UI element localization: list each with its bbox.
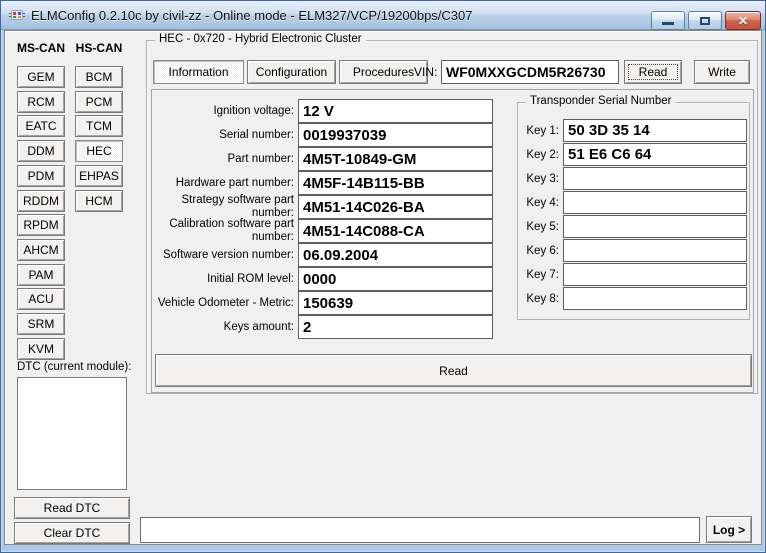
- module-button-pcm[interactable]: PCM: [75, 91, 123, 113]
- key-label: Key 5:: [518, 215, 559, 238]
- key-7-field[interactable]: [563, 263, 747, 286]
- key-label: Key 6:: [518, 239, 559, 262]
- vin-read-button[interactable]: Read: [624, 60, 682, 84]
- key-3-field[interactable]: [563, 167, 747, 190]
- vin-label: VIN:: [414, 65, 437, 79]
- maximize-icon: [700, 17, 710, 25]
- part-number-field[interactable]: [298, 147, 493, 171]
- info-label: Initial ROM level:: [152, 267, 294, 291]
- key-1-field[interactable]: [563, 119, 747, 142]
- clear-dtc-button[interactable]: Clear DTC: [14, 522, 130, 544]
- key-5-field[interactable]: [563, 215, 747, 238]
- module-button-eatc[interactable]: EATC: [17, 115, 65, 137]
- info-label: Vehicle Odometer - Metric:: [152, 291, 294, 315]
- maximize-button[interactable]: [688, 11, 722, 30]
- tab-configuration[interactable]: Configuration: [247, 60, 336, 84]
- module-button-tcm[interactable]: TCM: [75, 115, 123, 137]
- key-4-field[interactable]: [563, 191, 747, 214]
- keys-amount-field[interactable]: [298, 315, 493, 339]
- information-panel: Ignition voltage: Serial number: Part nu…: [151, 89, 754, 393]
- hs-can-header: HS-CAN: [75, 41, 123, 55]
- vin-input[interactable]: [441, 60, 619, 84]
- tab-information[interactable]: Information: [153, 60, 244, 84]
- info-label: Serial number:: [152, 123, 294, 147]
- key-label: Key 7:: [518, 263, 559, 286]
- transponder-groupbox: Transponder Serial Number Key 1: Key 2: …: [517, 102, 750, 320]
- module-button-rcm[interactable]: RCM: [17, 91, 65, 113]
- module-group-title: HEC - 0x720 - Hybrid Electronic Cluster: [155, 33, 366, 45]
- app-icon: [9, 7, 25, 23]
- ignition-voltage-field[interactable]: [298, 99, 493, 123]
- log-button[interactable]: Log >: [706, 516, 752, 543]
- software-version-field[interactable]: [298, 243, 493, 267]
- module-button-pam[interactable]: PAM: [17, 264, 65, 286]
- minimize-button[interactable]: [651, 11, 685, 30]
- calibration-software-field[interactable]: [298, 219, 493, 243]
- window-title: ELMConfig 0.2.10c by civil-zz - Online m…: [31, 8, 473, 23]
- key-label: Key 4:: [518, 191, 559, 214]
- title-bar: ELMConfig 0.2.10c by civil-zz - Online m…: [1, 1, 765, 30]
- minimize-icon: [662, 22, 674, 25]
- info-label: Ignition voltage:: [152, 99, 294, 123]
- module-button-ehpas[interactable]: EHPAS: [75, 165, 123, 187]
- close-button[interactable]: ✕: [725, 11, 761, 30]
- module-button-hec-selected[interactable]: HEC: [75, 140, 123, 162]
- app-window: ELMConfig 0.2.10c by civil-zz - Online m…: [0, 0, 766, 553]
- module-button-gem[interactable]: GEM: [17, 66, 65, 88]
- serial-number-field[interactable]: [298, 123, 493, 147]
- info-label: Calibration software part number:: [152, 219, 294, 243]
- read-info-button[interactable]: Read: [155, 354, 752, 387]
- initial-rom-field[interactable]: [298, 267, 493, 291]
- module-button-pdm[interactable]: PDM: [17, 165, 65, 187]
- info-label: Software version number:: [152, 243, 294, 267]
- module-button-rddm[interactable]: RDDM: [17, 190, 65, 212]
- key-label: Key 1:: [518, 119, 559, 142]
- module-button-kvm[interactable]: KVM: [17, 338, 65, 360]
- module-groupbox: HEC - 0x720 - Hybrid Electronic Cluster …: [146, 40, 758, 394]
- dtc-label: DTC (current module):: [17, 361, 131, 373]
- module-button-ahcm[interactable]: AHCM: [17, 239, 65, 261]
- info-label: Part number:: [152, 147, 294, 171]
- key-6-field[interactable]: [563, 239, 747, 262]
- hardware-part-number-field[interactable]: [298, 171, 493, 195]
- info-label: Strategy software part number:: [152, 195, 294, 219]
- module-button-bcm[interactable]: BCM: [75, 66, 123, 88]
- odometer-field[interactable]: [298, 291, 493, 315]
- vin-write-button[interactable]: Write: [694, 60, 750, 84]
- status-input[interactable]: [140, 517, 700, 543]
- module-button-hcm[interactable]: HCM: [75, 190, 123, 212]
- transponder-group-title: Transponder Serial Number: [526, 95, 675, 107]
- key-8-field[interactable]: [563, 287, 747, 310]
- close-icon: ✕: [738, 14, 748, 28]
- module-button-ddm[interactable]: DDM: [17, 140, 65, 162]
- key-label: Key 2:: [518, 143, 559, 166]
- key-2-field[interactable]: [563, 143, 747, 166]
- info-label: Hardware part number:: [152, 171, 294, 195]
- info-label: Keys amount:: [152, 315, 294, 339]
- ms-can-header: MS-CAN: [17, 41, 65, 55]
- key-label: Key 8:: [518, 287, 559, 310]
- module-button-srm[interactable]: SRM: [17, 313, 65, 335]
- module-button-acu[interactable]: ACU: [17, 288, 65, 310]
- key-label: Key 3:: [518, 167, 559, 190]
- module-button-rpdm[interactable]: RPDM: [17, 214, 65, 236]
- dtc-listbox[interactable]: [17, 377, 127, 490]
- strategy-software-field[interactable]: [298, 195, 493, 219]
- read-dtc-button[interactable]: Read DTC: [14, 497, 130, 519]
